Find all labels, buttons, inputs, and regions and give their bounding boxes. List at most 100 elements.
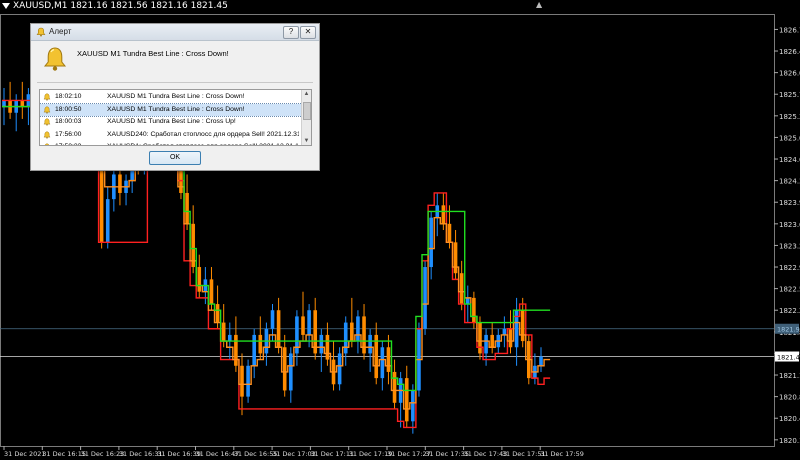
x-tick-label: 31 Dec 17:35 <box>425 450 469 458</box>
list-scrollbar[interactable]: ▲ ▼ <box>301 90 311 145</box>
y-tick-label: 1823.25 <box>779 242 800 250</box>
alert-bell-icon <box>43 47 67 71</box>
candle-body <box>386 347 391 372</box>
y-tick-label: 1825.35 <box>779 113 800 121</box>
candle-body <box>246 365 250 397</box>
price-label: 1821.90 <box>777 326 800 334</box>
candle-body <box>478 322 482 354</box>
price-label: 1821.45 <box>777 354 800 362</box>
symbol-ohlc-label: XAUUSD,M1 1821.16 1821.56 1821.16 1821.4… <box>13 1 228 11</box>
candle-body <box>105 199 110 243</box>
alert-row[interactable]: 18:00:03 XAUUSD M1 Tundra Best Line : Cro… <box>40 116 302 128</box>
help-button[interactable]: ? <box>283 26 299 39</box>
alert-text: XAUUSD1: Сработал стоплосс для ордера Se… <box>107 143 299 145</box>
candle-body <box>441 205 446 224</box>
candle-body <box>20 100 25 107</box>
row-bell-icon <box>43 118 51 126</box>
x-tick-label: 31 Dec 16:47 <box>196 450 240 458</box>
candle-body <box>356 316 360 342</box>
candle-body <box>350 322 354 342</box>
candle-body <box>520 310 525 342</box>
candle-body <box>502 328 507 335</box>
x-tick-label: 31 Dec 2021 <box>4 450 46 458</box>
y-tick-label: 1823.60 <box>779 221 800 229</box>
candle-body <box>240 365 244 397</box>
chart-menu-arrow-icon[interactable] <box>2 2 10 9</box>
y-tick-label: 1823.95 <box>779 199 800 207</box>
candle-body <box>270 310 275 329</box>
candle-body <box>411 390 415 422</box>
candle-body <box>423 267 427 329</box>
candle-body <box>429 217 433 268</box>
candle-body <box>465 297 470 305</box>
x-tick-label: 31 Dec 17:51 <box>502 450 546 458</box>
candle-body <box>307 310 311 335</box>
alert-row[interactable]: 17:50:33 XAUUSD1: Сработал стоплосс для о… <box>40 141 302 145</box>
alert-history-list[interactable]: 18:02:10 XAUUSD M1 Tundra Best Line : Cro… <box>39 89 312 146</box>
candle-body <box>215 304 220 323</box>
candle-body <box>227 334 232 342</box>
alert-row[interactable]: 17:56:00 XAUUSD240: Сработал стоплосс для… <box>40 129 302 141</box>
y-tick-label: 1825.00 <box>779 134 800 142</box>
row-bell-icon <box>44 143 50 145</box>
candle-body <box>234 334 238 366</box>
y-tick-label: 1822.20 <box>779 307 800 315</box>
alert-text: XAUUSD M1 Tundra Best Line : Cross Up! <box>107 118 236 125</box>
candle-body <box>380 347 385 379</box>
candle-body <box>472 297 476 323</box>
x-tick-label: 31 Dec 17:19 <box>349 450 393 458</box>
alert-time: 18:00:50 <box>55 105 82 113</box>
x-tick-label: 31 Dec 16:31 <box>119 450 163 458</box>
row-bell-icon <box>43 106 51 114</box>
alert-row[interactable]: 18:02:10 XAUUSD M1 Tundra Best Line : Cro… <box>40 91 302 103</box>
y-tick-label: 1820.45 <box>779 415 800 423</box>
y-tick-label: 1825.70 <box>779 91 800 99</box>
candle-body <box>459 273 464 305</box>
candle-body <box>490 334 494 348</box>
alert-time: 18:02:10 <box>55 93 82 100</box>
y-tick-label: 1822.90 <box>779 264 800 272</box>
alert-dialog: Алерт ? ✕ XAUUSD M1 Tundra Best Line : C… <box>30 23 320 171</box>
candle-body <box>197 267 202 292</box>
candle-body <box>319 334 324 354</box>
y-tick-label: 1824.65 <box>779 156 800 164</box>
alert-message: XAUUSD M1 Tundra Best Line : Cross Down! <box>77 49 229 58</box>
x-tick-label: 31 Dec 17:11 <box>310 450 354 458</box>
scroll-thumb[interactable] <box>303 102 311 120</box>
chart-collapse-arrow-icon[interactable]: ▲ <box>536 0 542 9</box>
x-tick-label: 31 Dec 17:03 <box>272 450 316 458</box>
dialog-titlebar[interactable]: Алерт ? ✕ <box>31 24 319 41</box>
candle-body <box>221 322 226 342</box>
candle-body <box>282 347 287 391</box>
candle-body <box>337 353 342 385</box>
alert-text: XAUUSD M1 Tundra Best Line : Cross Down! <box>107 93 245 100</box>
x-tick-label: 31 Dec 17:43 <box>464 450 508 458</box>
close-button[interactable]: ✕ <box>300 26 316 39</box>
y-tick-label: 1822.55 <box>779 286 800 294</box>
chart-symbol-header: XAUUSD,M1 1821.16 1821.56 1821.16 1821.4… <box>2 1 228 13</box>
y-tick-label: 1820.10 <box>779 437 800 445</box>
bell-icon <box>36 27 46 37</box>
y-tick-label: 1821.15 <box>779 372 800 380</box>
alert-row[interactable]: 18:00:50 XAUUSD M1 Tundra Best Line : Cro… <box>40 102 303 117</box>
dialog-title: Алерт <box>49 27 72 36</box>
ok-button[interactable]: OK <box>149 151 201 165</box>
x-tick-label: 31 Dec 16:23 <box>81 450 125 458</box>
candle-body <box>289 353 293 391</box>
candle-body <box>392 371 397 403</box>
candle-body <box>2 100 6 107</box>
y-tick-label: 1826.05 <box>779 70 800 78</box>
candle-body <box>301 316 305 335</box>
candle-body <box>343 322 348 354</box>
scroll-up-icon[interactable]: ▲ <box>302 90 311 98</box>
y-tick-label: 1826.75 <box>779 26 800 34</box>
x-tick-label: 31 Dec 17:27 <box>387 450 431 458</box>
y-tick-label: 1826.40 <box>779 48 800 56</box>
alert-text: XAUUSD240: Сработал стоплосс для ордера … <box>107 130 299 138</box>
y-tick-label: 1820.80 <box>779 394 800 402</box>
scroll-down-icon[interactable]: ▼ <box>302 137 311 145</box>
candle-body <box>209 279 214 305</box>
candle-body <box>252 334 256 366</box>
dialog-separator <box>37 82 313 83</box>
alert-time: 17:50:33 <box>55 143 81 145</box>
